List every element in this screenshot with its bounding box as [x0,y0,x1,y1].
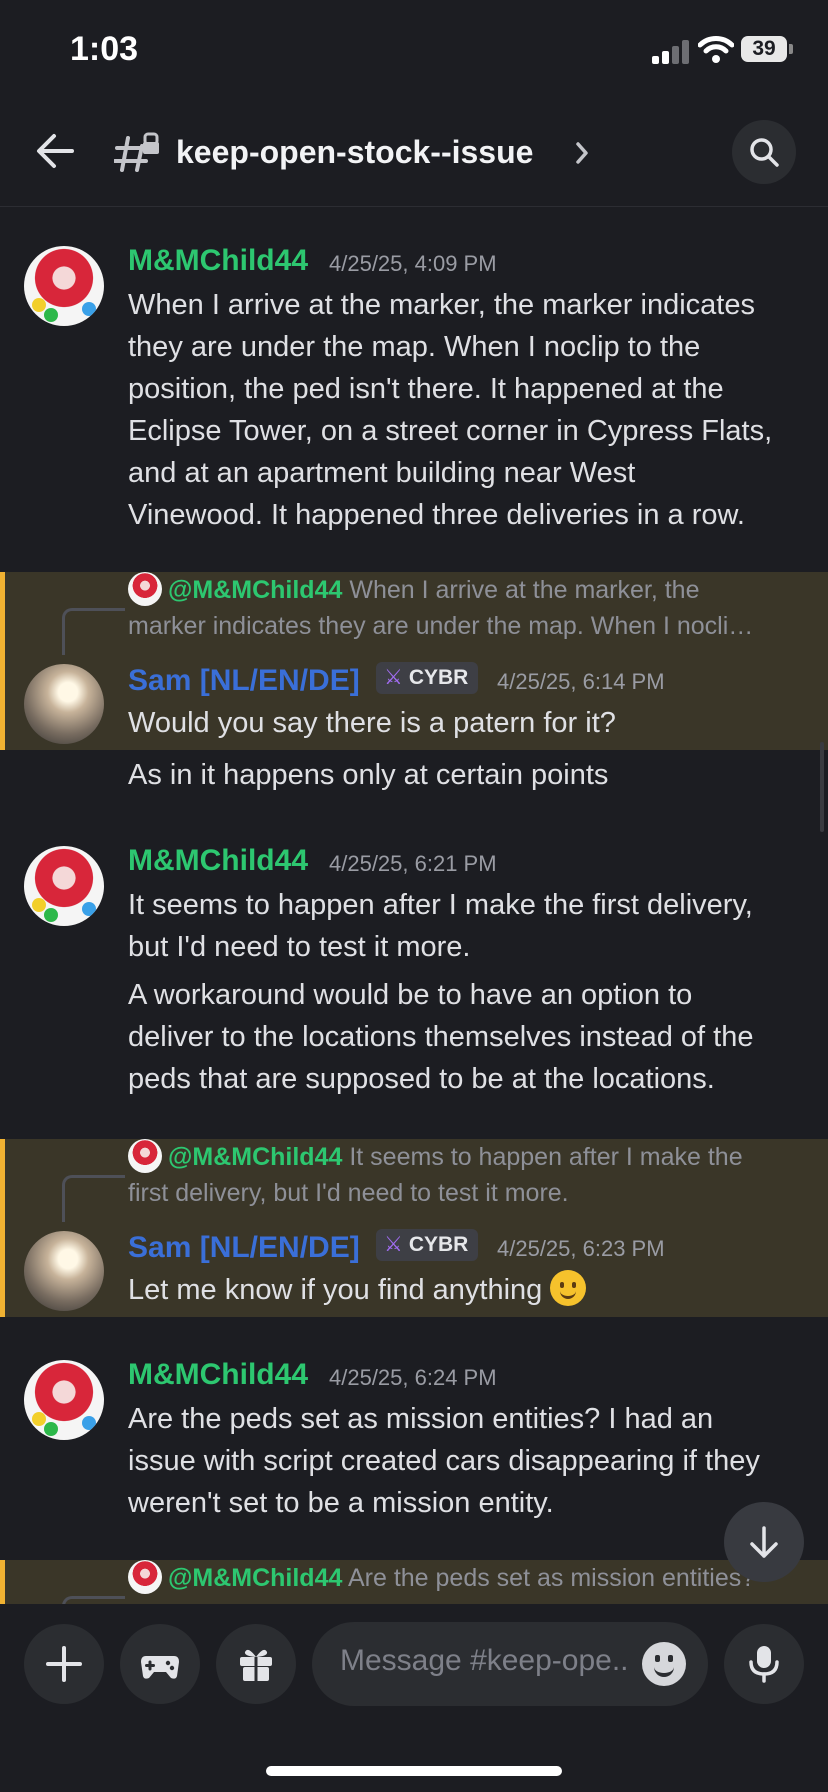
message-line: but I'd need to test it more. [128,931,471,963]
reply-reference[interactable]: @M&MChild44 When I arrive at the marker,… [128,572,808,644]
activities-button[interactable] [120,1624,200,1704]
reply-avatar [128,572,162,606]
battery-tip [789,44,793,54]
message-line: peds that are supposed to be at the loca… [128,1063,715,1095]
message-line: position, the ped isn't there. It happen… [128,373,724,405]
message-composer: Message #keep-ope.. [0,1604,828,1792]
home-indicator[interactable] [266,1766,562,1776]
message-line: Eclipse Tower, on a street corner in Cyp… [128,415,773,447]
message-input[interactable]: Message #keep-ope.. [312,1622,708,1706]
avatar[interactable] [24,664,104,744]
back-arrow-icon[interactable] [34,130,76,172]
reply-mention[interactable]: @M&MChild44 [168,1564,342,1592]
role-badge-label: CYBR [408,1233,469,1256]
channel-title[interactable]: keep-open-stock--issue [176,134,533,171]
channel-header: keep-open-stock--issue [0,100,828,207]
reply-connector [62,1175,125,1222]
author-name[interactable]: Sam [NL/EN/DE] [128,664,360,698]
message-timestamp: 4/25/25, 6:21 PM [329,851,497,876]
plus-icon [46,1646,82,1682]
message: M&MChild44 4/25/25, 6:21 PM It seems to … [0,806,828,1116]
message-line: When I arrive at the marker, the marker … [128,289,755,321]
sword-icon: ⚔ [384,666,403,689]
jump-to-present-button[interactable] [724,1502,804,1582]
message-followup: As in it happens only at certain points [128,759,609,791]
gift-icon [240,1649,272,1681]
message-line: and at an apartment building near West [128,457,636,489]
reply-reference[interactable]: @M&MChild44 Are the peds set as mission … [128,1560,808,1596]
message-timestamp: 4/25/25, 6:24 PM [329,1365,497,1390]
role-badge[interactable]: ⚔ CYBR [376,1229,479,1261]
reply-preview: When I arrive at the marker, the [349,576,700,604]
avatar[interactable] [24,246,104,326]
message-line: It seems to happen after I make the firs… [128,889,753,921]
message-followup: A workaround would be to have an option … [128,974,818,1100]
cellular-signal-icon [652,38,692,64]
message-line: deliver to the locations themselves inst… [128,1021,754,1053]
author-name[interactable]: Sam [NL/EN/DE] [128,1231,360,1265]
status-time: 1:03 [70,30,139,68]
reply-connector [62,1596,125,1604]
add-attachment-button[interactable] [24,1624,104,1704]
battery-icon: 39 [741,36,787,62]
reply-avatar [128,1139,162,1173]
sword-icon: ⚔ [384,1233,403,1256]
reply-preview-line: marker indicates they are under the map.… [128,612,754,640]
chevron-right-icon[interactable] [572,140,592,166]
message-text: Are the peds set as mission entities? I … [128,1398,818,1524]
message-text: When I arrive at the marker, the marker … [128,284,818,536]
reply-mention[interactable]: @M&MChild44 [168,1143,342,1171]
status-bar: 1:03 39 [0,0,828,100]
reply-preview: It seems to happen after I make the [349,1143,743,1171]
microphone-icon [749,1646,779,1683]
avatar[interactable] [24,1231,104,1311]
message-line: Vinewood. It happened three deliveries i… [128,499,745,531]
reply-message-highlighted: @M&MChild44 It seems to happen after I m… [0,1139,828,1317]
search-icon [750,138,779,167]
slightly-smiling-emoji-icon [550,1270,587,1306]
wifi-icon [698,36,734,63]
role-badge[interactable]: ⚔ CYBR [376,662,479,694]
avatar[interactable] [24,1360,104,1440]
reply-connector [62,608,125,655]
reply-reference[interactable]: @M&MChild44 It seems to happen after I m… [128,1139,808,1211]
reply-message-highlighted: @M&MChild44 Are the peds set as mission … [0,1560,828,1604]
reply-preview: Are the peds set as mission entities? [347,1564,756,1592]
message-line: weren't set to be a mission entity. [128,1487,554,1519]
emoji-icon[interactable] [642,1642,686,1686]
reply-mention[interactable]: @M&MChild44 [168,576,342,604]
scrollbar[interactable] [820,742,824,832]
search-button[interactable] [732,120,796,184]
message-text: Would you say there is a patern for it? [128,707,616,739]
role-badge-label: CYBR [408,666,469,689]
reply-avatar [128,1560,162,1594]
reply-message-highlighted: @M&MChild44 When I arrive at the marker,… [0,572,828,750]
channel-thread-icon [114,132,159,172]
author-name[interactable]: M&MChild44 [128,844,308,878]
author-name[interactable]: M&MChild44 [128,244,308,278]
reply-preview-line: first delivery, but I'd need to test it … [128,1179,569,1207]
message-input-placeholder: Message #keep-ope.. [340,1644,629,1677]
message-text: It seems to happen after I make the firs… [128,884,818,968]
arrow-down-icon [750,1526,778,1558]
message-line: they are under the map. When I noclip to… [128,331,701,363]
message-line: A workaround would be to have an option … [128,979,693,1011]
message-timestamp: 4/25/25, 4:09 PM [329,251,497,276]
gamepad-icon [141,1656,179,1679]
message: M&MChild44 4/25/25, 4:09 PM When I arriv… [0,206,828,570]
message-timestamp: 4/25/25, 6:23 PM [497,1236,665,1261]
message-line: issue with script created cars disappear… [128,1445,760,1477]
message: M&MChild44 4/25/25, 6:24 PM Are the peds… [0,1320,828,1550]
message-line: Are the peds set as mission entities? I … [128,1403,714,1435]
message-text-content: Let me know if you find anything [128,1274,543,1306]
avatar[interactable] [24,846,104,926]
message-timestamp: 4/25/25, 6:14 PM [497,669,665,694]
author-name[interactable]: M&MChild44 [128,1358,308,1392]
message-text: Let me know if you find anything [128,1269,818,1311]
voice-message-button[interactable] [724,1624,804,1704]
gift-button[interactable] [216,1624,296,1704]
